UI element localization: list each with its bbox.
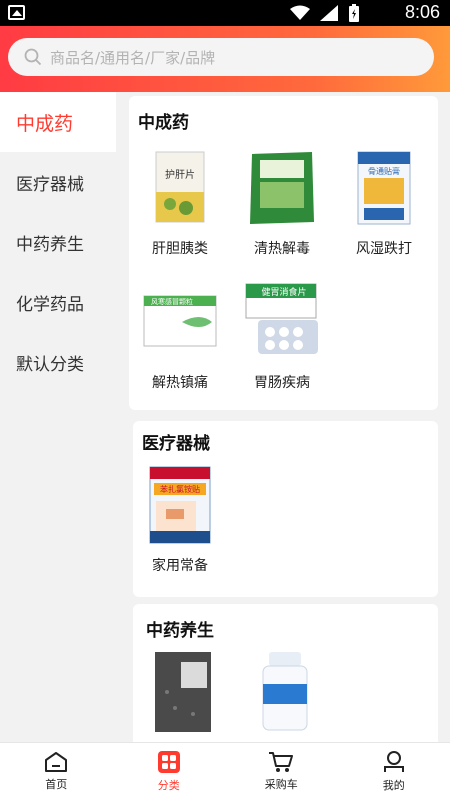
home-icon (45, 752, 68, 772)
search-bar[interactable]: 商品名/通用名/厂家/品牌 (8, 38, 434, 76)
product-image: 护肝片 (142, 148, 218, 228)
sidebar-item-chinese-patent-medicine[interactable]: 中成药 (0, 92, 116, 152)
category-sidebar: 中成药 医疗器械 中药养生 化学药品 默认分类 (0, 92, 116, 742)
product-category[interactable] (135, 652, 231, 742)
product-label: 解热镇痛 (152, 375, 208, 391)
svg-text:风寒感冒颗粒: 风寒感冒颗粒 (151, 297, 193, 306)
header: 商品名/通用名/厂家/品牌 (0, 26, 450, 92)
product-image: 健胃消食片 (244, 282, 320, 362)
nav-profile-label: 我的 (382, 779, 405, 792)
product-image: 苯扎氯铵贴 (142, 465, 218, 545)
product-image (247, 652, 323, 732)
nav-profile[interactable]: 我的 (338, 743, 450, 800)
bottom-navigation: 首页 分类 采购车 我的 (0, 742, 450, 800)
product-category[interactable]: 骨通贴膏 风湿跌打 (336, 148, 432, 258)
product-label: 肝胆胰类 (152, 241, 208, 257)
product-category[interactable]: 清热解毒 (234, 148, 330, 258)
product-category[interactable]: 健胃消食片 胃肠疾病 (234, 282, 330, 392)
signal-icon (320, 5, 338, 21)
sidebar-item-default-category[interactable]: 默认分类 (0, 332, 116, 392)
nav-home[interactable]: 首页 (0, 743, 113, 800)
gallery-icon (8, 5, 25, 20)
section-title: 医疗器械 (142, 434, 210, 454)
product-category[interactable] (237, 652, 333, 742)
nav-cart[interactable]: 采购车 (225, 743, 338, 800)
nav-home-label: 首页 (45, 778, 68, 791)
status-icons (290, 4, 360, 22)
product-image (145, 652, 221, 732)
product-label: 家用常备 (152, 558, 208, 574)
profile-icon (383, 751, 404, 772)
product-category[interactable]: 苯扎氯铵贴 家用常备 (132, 465, 228, 575)
svg-text:骨通贴膏: 骨通贴膏 (368, 166, 400, 176)
product-category[interactable]: 护肝片 肝胆胰类 (132, 148, 228, 258)
wifi-icon (290, 5, 310, 20)
sidebar-item-chemical-drugs[interactable]: 化学药品 (0, 272, 116, 332)
sidebar-item-medical-devices[interactable]: 医疗器械 (0, 152, 116, 212)
nav-category-label: 分类 (157, 779, 180, 792)
product-label: 胃肠疾病 (254, 375, 310, 391)
svg-text:健胃消食片: 健胃消食片 (261, 286, 306, 298)
section-card: 中成药 护肝片 肝胆胰类 清热解毒 骨通贴膏 风湿跌打 风寒感冒颗粒 解热镇痛 … (129, 96, 438, 410)
cart-icon (269, 752, 294, 772)
section-title: 中药养生 (146, 621, 214, 641)
status-time: 8:06 (404, 2, 440, 22)
battery-icon (349, 4, 359, 22)
product-category[interactable]: 风寒感冒颗粒 解热镇痛 (132, 282, 228, 392)
svg-text:苯扎氯铵贴: 苯扎氯铵贴 (160, 484, 200, 494)
search-input[interactable]: 商品名/通用名/厂家/品牌 (50, 47, 215, 68)
category-icon (157, 751, 180, 773)
sidebar-item-tcm-wellness[interactable]: 中药养生 (0, 212, 116, 272)
product-label: 风湿跌打 (356, 241, 412, 257)
section-card: 医疗器械 苯扎氯铵贴 家用常备 (133, 421, 438, 597)
search-icon (24, 48, 42, 66)
status-bar: 8:06 (0, 0, 450, 26)
section-card: 中药养生 (133, 604, 438, 742)
nav-category[interactable]: 分类 (113, 743, 226, 800)
product-image: 骨通贴膏 (346, 148, 422, 228)
product-image: 风寒感冒颗粒 (142, 282, 218, 362)
product-label: 清热解毒 (254, 241, 310, 257)
section-title: 中成药 (138, 113, 189, 133)
nav-cart-label: 采购车 (264, 778, 298, 791)
product-image (244, 148, 320, 228)
svg-text:护肝片: 护肝片 (165, 168, 195, 181)
category-content: 中成药 护肝片 肝胆胰类 清热解毒 骨通贴膏 风湿跌打 风寒感冒颗粒 解热镇痛 … (116, 92, 450, 742)
